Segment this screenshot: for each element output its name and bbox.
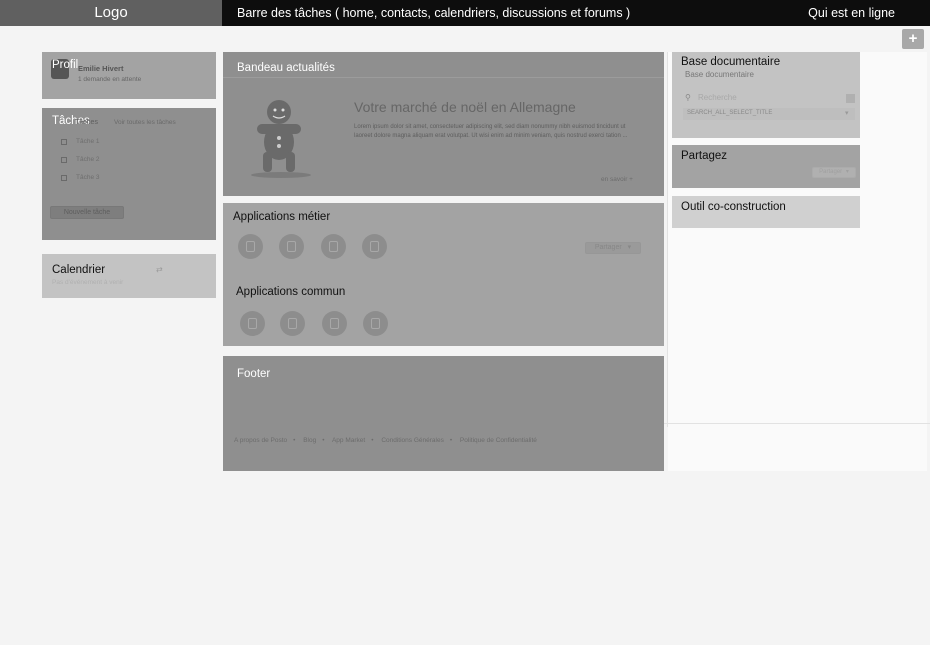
app-icon[interactable] xyxy=(322,311,347,336)
app-icon[interactable] xyxy=(321,234,346,259)
pending-requests[interactable]: 1 demande en attente xyxy=(78,76,141,83)
task-checkbox[interactable] xyxy=(61,157,67,163)
news-title: Bandeau actualités xyxy=(237,62,335,74)
task-label: Tâche 1 xyxy=(76,138,100,145)
sync-icon[interactable]: ⇄ xyxy=(156,265,163,274)
footer-link[interactable]: Conditions Générales xyxy=(381,437,444,444)
coconstruction-title: Outil co-construction xyxy=(681,201,786,213)
share-widget: Partagez Partager ▾ xyxy=(672,145,860,188)
news-body: Lorem ipsum dolor sit amet, consectetuer… xyxy=(354,124,628,139)
tasks-widget: Tâches Tâches Voir toutes les tâches Tâc… xyxy=(42,108,216,240)
share-button-label: Partager xyxy=(819,169,843,175)
app-icon[interactable] xyxy=(280,311,305,336)
footer-links: A propos de Posto • Blog • App Market • Con… xyxy=(234,437,537,444)
apps-widget: Applications métier Partager ▾ Applicati… xyxy=(223,203,664,346)
footer-widget: Footer A propos de Posto • Blog • App Mark… xyxy=(223,356,664,471)
task-checkbox[interactable] xyxy=(61,175,67,181)
app-icon[interactable] xyxy=(240,311,265,336)
divider xyxy=(664,423,930,424)
search-icon: ⚲ xyxy=(685,93,691,102)
top-bar: Logo Barre des tâches ( home, contacts, … xyxy=(0,0,930,26)
search-button[interactable] xyxy=(846,94,855,103)
see-all-tasks-link[interactable]: Voir toutes les tâches xyxy=(114,119,176,126)
divider xyxy=(667,52,668,427)
documents-subtitle: Base documentaire xyxy=(685,70,754,79)
app-icon[interactable] xyxy=(238,234,263,259)
news-headline[interactable]: Votre marché de noël en Allemagne xyxy=(354,99,576,115)
calendar-widget: Calendrier ⇄ Pas d'événement à venir xyxy=(42,254,216,298)
coconstruction-widget: Outil co-construction xyxy=(672,196,860,228)
profile-name[interactable]: Emilie Hivert xyxy=(78,64,123,73)
footer-link[interactable]: App Market xyxy=(332,437,365,444)
profile-widget: Profil Emilie Hivert 1 demande en attent… xyxy=(42,52,216,99)
share-apps-button[interactable]: Partager ▾ xyxy=(585,242,641,254)
read-more-link[interactable]: en savoir + xyxy=(601,176,633,183)
footer-title: Footer xyxy=(237,368,271,380)
footer-link[interactable]: Politique de Confidentialité xyxy=(460,437,537,444)
footer-link[interactable]: A propos de Posto xyxy=(234,437,287,444)
business-apps-title: Applications métier xyxy=(233,211,331,223)
share-apps-label: Partager xyxy=(594,244,622,251)
taskbar-label[interactable]: Barre des tâches ( home, contacts, calen… xyxy=(237,0,630,26)
search-input[interactable]: Recherche xyxy=(698,93,737,102)
app-icon[interactable] xyxy=(362,234,387,259)
new-task-button[interactable]: Nouvelle tâche xyxy=(50,206,124,219)
documents-select[interactable]: SEARCH_ALL_SELECT_TITLE ▾ xyxy=(683,108,855,120)
news-widget: Bandeau actualités Votre marché de noël … xyxy=(223,52,664,196)
documents-widget: Base documentaire Base documentaire ⚲ Re… xyxy=(672,52,860,138)
logo[interactable]: Logo xyxy=(0,0,222,26)
profile-title: Profil xyxy=(52,59,79,71)
task-label: Tâche 3 xyxy=(76,174,100,181)
common-apps-title: Applications commun xyxy=(236,286,346,298)
documents-title: Base documentaire xyxy=(681,56,781,68)
divider xyxy=(223,77,664,78)
select-label: SEARCH_ALL_SELECT_TITLE xyxy=(687,110,773,116)
app-icon[interactable] xyxy=(363,311,388,336)
add-widget-button[interactable]: + xyxy=(902,29,924,49)
chevron-down-icon: ▾ xyxy=(845,110,849,117)
footer-link[interactable]: Blog xyxy=(303,437,316,444)
online-users-link[interactable]: Qui est en ligne xyxy=(808,0,895,26)
task-label: Tâche 2 xyxy=(76,156,100,163)
chevron-down-icon: ▾ xyxy=(845,169,849,175)
share-button[interactable]: Partager ▾ xyxy=(812,167,856,178)
calendar-title: Calendrier xyxy=(52,264,106,276)
chevron-down-icon: ▾ xyxy=(627,244,632,251)
task-checkbox[interactable] xyxy=(61,139,67,145)
share-title: Partagez xyxy=(681,150,728,162)
gingerbread-image xyxy=(251,100,311,178)
tasks-mini-title: Tâches xyxy=(75,119,98,126)
app-icon[interactable] xyxy=(279,234,304,259)
calendar-empty-text: Pas d'événement à venir xyxy=(52,279,124,286)
